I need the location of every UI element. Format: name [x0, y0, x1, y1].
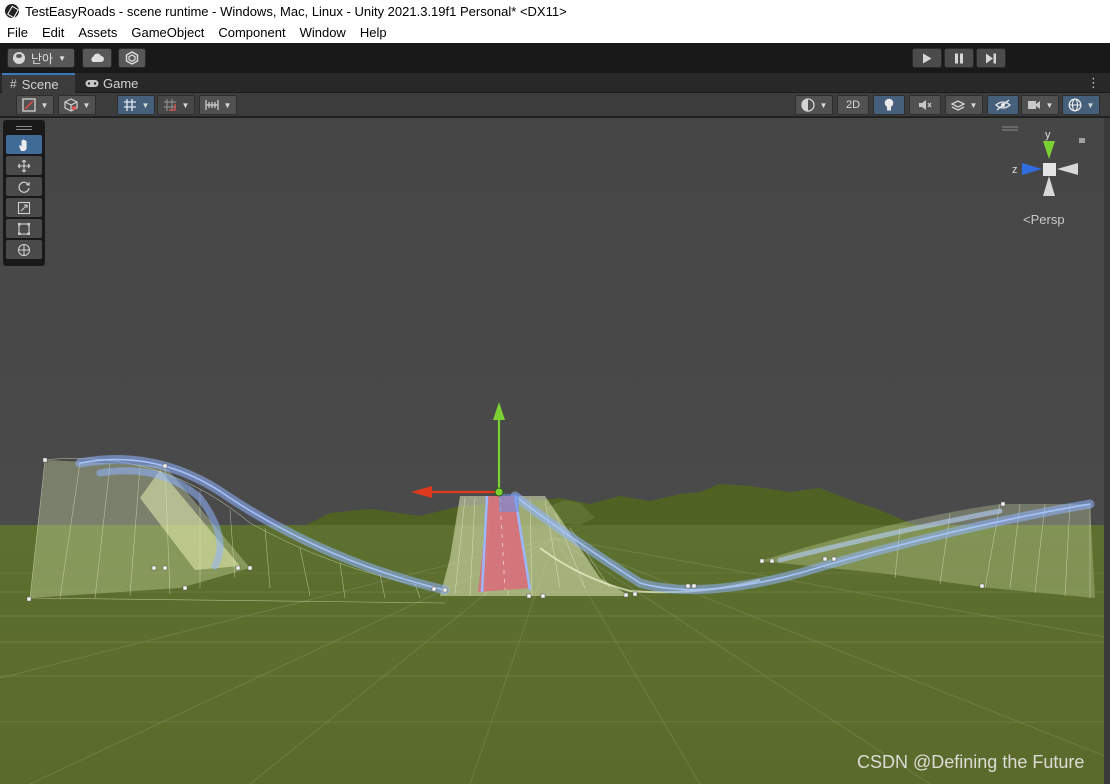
gizmo-globe-icon [1068, 98, 1081, 112]
user-icon [13, 52, 25, 64]
camera-icon [1027, 101, 1040, 109]
lightbulb-icon [884, 98, 894, 111]
menu-window[interactable]: Window [300, 25, 346, 40]
eye-hidden-icon [995, 99, 1011, 111]
chevron-down-icon: ▼ [141, 100, 150, 110]
audio-toggle[interactable] [909, 95, 941, 115]
align-icon [204, 100, 219, 110]
move-arrows-icon [17, 159, 31, 172]
grid-snapping-toggle[interactable]: ▼ [117, 95, 155, 115]
transform-icon [17, 243, 31, 256]
collab-icon [125, 51, 139, 65]
menu-assets[interactable]: Assets [78, 25, 117, 40]
rotate-tool-button[interactable] [6, 177, 42, 196]
account-dropdown[interactable]: 난아 ▼ [7, 48, 75, 68]
pause-icon [955, 53, 963, 63]
camera-dropdown[interactable]: ▼ [1021, 95, 1059, 115]
play-button[interactable] [912, 48, 942, 68]
cloud-button[interactable] [82, 48, 112, 68]
tab-scene-label: Scene [21, 76, 59, 92]
rect-transform-icon [18, 222, 30, 235]
menu-edit[interactable]: Edit [42, 25, 64, 40]
chevron-down-icon: ▼ [40, 100, 49, 110]
effects-dropdown[interactable]: ▼ [945, 95, 983, 115]
tab-game[interactable]: Game [77, 73, 147, 93]
audio-mute-icon [919, 100, 932, 110]
play-icon [923, 53, 932, 63]
grid-snap-icon [123, 99, 136, 111]
scene-toolbar: ▼ ▼ ▼ ▼ ▼ ▼ 2D ▼ ▼ ▼ [0, 93, 1110, 117]
step-icon [986, 53, 996, 63]
scale-icon [17, 201, 31, 214]
hand-icon [19, 139, 27, 151]
2d-toggle[interactable]: 2D [837, 95, 869, 115]
main-toolbar: 난아 ▼ [0, 43, 1110, 73]
gizmo-z-label: z [1012, 164, 1018, 176]
tool-palette [3, 120, 45, 266]
hand-tool-button[interactable] [6, 135, 42, 154]
selected-road-node [499, 494, 519, 512]
grid-icon: # [10, 77, 17, 91]
cloud-icon [91, 53, 104, 62]
sphere-icon [800, 98, 815, 112]
gizmo-y-label: y [1045, 129, 1051, 141]
transform-tool-button[interactable] [6, 240, 42, 259]
scale-tool-button[interactable] [6, 198, 42, 217]
window-title-bar: TestEasyRoads - scene runtime - Windows,… [0, 0, 1110, 22]
shading-dropdown[interactable]: ▼ [795, 95, 833, 115]
chevron-down-icon: ▼ [181, 100, 190, 110]
tab-game-label: Game [103, 75, 139, 91]
render-mode-dropdown[interactable]: ▼ [58, 95, 96, 115]
gamepad-icon [85, 79, 99, 87]
chevron-down-icon: ▼ [1086, 100, 1095, 110]
pause-button[interactable] [944, 48, 974, 68]
menu-bar: File Edit Assets GameObject Component Wi… [0, 22, 1110, 43]
snap-increment-icon [163, 99, 176, 111]
projection-toggle[interactable]: <Persp [1023, 212, 1065, 227]
menu-component[interactable]: Component [218, 25, 285, 40]
chevron-down-icon: ▼ [819, 100, 828, 110]
chevron-down-icon: ▼ [82, 100, 91, 110]
watermark: CSDN @Defining the Future [857, 752, 1085, 772]
viewport-scrollbar[interactable] [1104, 118, 1110, 784]
draw-mode-dropdown[interactable]: ▼ [16, 95, 54, 115]
menu-file[interactable]: File [7, 25, 28, 40]
layers-icon [950, 100, 965, 111]
collab-button[interactable] [118, 48, 146, 68]
rotate-icon [18, 181, 30, 193]
chevron-down-icon: ▼ [58, 53, 67, 63]
lighting-toggle[interactable] [873, 95, 905, 115]
increment-snap-dropdown[interactable]: ▼ [157, 95, 195, 115]
menu-help[interactable]: Help [360, 25, 387, 40]
scene-viewport[interactable]: y z [0, 118, 1110, 784]
chevron-down-icon: ▼ [969, 100, 978, 110]
move-tool-button[interactable] [6, 156, 42, 175]
persp-chevron-icon: < [1023, 212, 1031, 227]
scene-visibility-toggle[interactable] [987, 95, 1019, 115]
chevron-down-icon: ▼ [223, 100, 232, 110]
2d-toggle-label: 2D [845, 99, 861, 111]
gizmos-dropdown[interactable]: ▼ [1062, 95, 1100, 115]
chevron-down-icon: ▼ [1045, 100, 1054, 110]
scene-render: y z [0, 118, 1110, 784]
step-button[interactable] [976, 48, 1006, 68]
window-title: TestEasyRoads - scene runtime - Windows,… [25, 3, 567, 19]
account-label: 난아 [31, 51, 54, 66]
cube-icon [63, 98, 78, 112]
palette-grip[interactable] [6, 123, 42, 133]
tab-bar: # Scene Game ⋮ [0, 73, 1110, 93]
shading-mode-icon [21, 98, 36, 112]
more-options-icon[interactable]: ⋮ [1087, 75, 1100, 91]
persp-label: Persp [1030, 212, 1065, 227]
align-dropdown[interactable]: ▼ [199, 95, 237, 115]
rect-tool-button[interactable] [6, 219, 42, 238]
tab-scene[interactable]: # Scene [2, 73, 75, 93]
menu-gameobject[interactable]: GameObject [131, 25, 204, 40]
unity-logo-icon [5, 4, 19, 18]
